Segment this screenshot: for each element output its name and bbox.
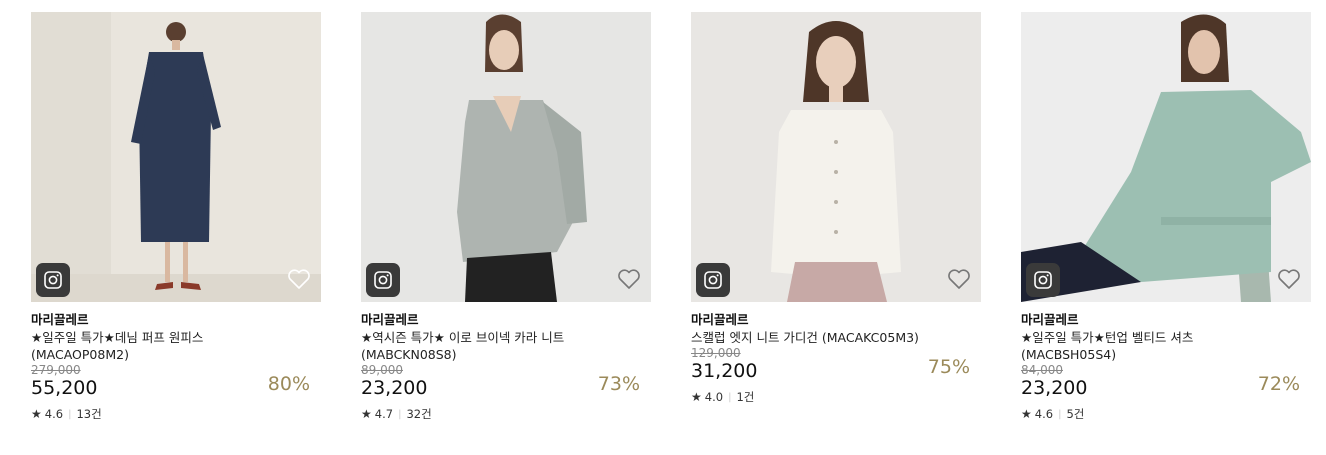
review-count: 32건 (406, 407, 432, 421)
sale-price: 55,200 (31, 377, 98, 399)
wishlist-heart-icon[interactable] (947, 268, 971, 290)
product-name-line2: (MACBSH05S4) (1021, 347, 1117, 362)
discount-rate: 80% (267, 373, 310, 395)
rating-value: 4.6 (44, 407, 64, 421)
product-image[interactable] (691, 12, 981, 302)
rating-value: 4.7 (374, 407, 394, 421)
instagram-icon[interactable] (36, 263, 70, 297)
discount-rate: 72% (1257, 373, 1300, 395)
rating-value: 4.0 (704, 390, 724, 404)
product-name-line1: ★일주일 특가★데님 퍼프 원피스 (31, 330, 204, 345)
product-photo (31, 12, 321, 302)
sale-price: 23,200 (361, 377, 428, 399)
rating-summary: ★ 4.7 | 32건 (361, 406, 651, 422)
wishlist-heart-icon[interactable] (287, 268, 311, 290)
instagram-icon[interactable] (696, 263, 730, 297)
product-photo (691, 12, 981, 302)
divider: | (728, 391, 732, 403)
rating-summary: ★ 4.6 | 13건 (31, 406, 321, 422)
product-image[interactable] (31, 12, 321, 302)
instagram-icon[interactable] (366, 263, 400, 297)
divider: | (398, 408, 402, 420)
discount-rate: 73% (597, 373, 640, 395)
star-icon: ★ (361, 407, 372, 421)
review-count: 5건 (1066, 407, 1085, 421)
rating-summary: ★ 4.6 | 5건 (1021, 406, 1311, 422)
product-image[interactable] (1021, 12, 1311, 302)
wishlist-heart-icon[interactable] (617, 268, 641, 290)
product-card[interactable]: 마리끌레르 스캘럽 엣지 니트 가디건 (MACAKC05M3) 129,000… (691, 12, 981, 405)
brand-name[interactable]: 마리끌레르 (691, 312, 981, 328)
product-card[interactable]: 마리끌레르 ★일주일 특가★데님 퍼프 원피스 (MACAOP08M2) 279… (31, 12, 321, 422)
product-image[interactable] (361, 12, 651, 302)
brand-name[interactable]: 마리끌레르 (361, 312, 651, 328)
product-card[interactable]: 마리끌레르 ★일주일 특가★턴업 벨티드 셔츠 (MACBSH05S4) 84,… (1021, 12, 1311, 422)
product-name-line2: (MABCKN08S8) (361, 347, 457, 362)
rating-value: 4.6 (1034, 407, 1054, 421)
product-name[interactable]: ★역시즌 특가★ 이로 브이넥 카라 니트 (MABCKN08S8) (361, 329, 651, 363)
discount-rate: 75% (927, 356, 970, 378)
product-name-line1: ★일주일 특가★턴업 벨티드 셔츠 (1021, 330, 1194, 345)
divider: | (68, 408, 72, 420)
product-name-line2: (MACAOP08M2) (31, 347, 129, 362)
product-name-line1: 스캘럽 엣지 니트 가디건 (MACAKC05M3) (691, 330, 919, 345)
star-icon: ★ (691, 390, 702, 404)
brand-name[interactable]: 마리끌레르 (1021, 312, 1311, 328)
review-count: 1건 (736, 390, 755, 404)
product-card[interactable]: 마리끌레르 ★역시즌 특가★ 이로 브이넥 카라 니트 (MABCKN08S8)… (361, 12, 651, 422)
instagram-icon[interactable] (1026, 263, 1060, 297)
wishlist-heart-icon[interactable] (1277, 268, 1301, 290)
sale-price: 31,200 (691, 360, 758, 382)
product-name-line1: ★역시즌 특가★ 이로 브이넥 카라 니트 (361, 330, 565, 345)
product-photo (361, 12, 651, 302)
product-name[interactable]: 스캘럽 엣지 니트 가디건 (MACAKC05M3) (691, 329, 981, 346)
product-name[interactable]: ★일주일 특가★데님 퍼프 원피스 (MACAOP08M2) (31, 329, 321, 363)
review-count: 13건 (76, 407, 102, 421)
star-icon: ★ (31, 407, 42, 421)
product-name[interactable]: ★일주일 특가★턴업 벨티드 셔츠 (MACBSH05S4) (1021, 329, 1311, 363)
product-grid: 마리끌레르 ★일주일 특가★데님 퍼프 원피스 (MACAOP08M2) 279… (0, 0, 1326, 455)
sale-price: 23,200 (1021, 377, 1088, 399)
divider: | (1058, 408, 1062, 420)
rating-summary: ★ 4.0 | 1건 (691, 389, 981, 405)
brand-name[interactable]: 마리끌레르 (31, 312, 321, 328)
product-photo (1021, 12, 1311, 302)
star-icon: ★ (1021, 407, 1032, 421)
